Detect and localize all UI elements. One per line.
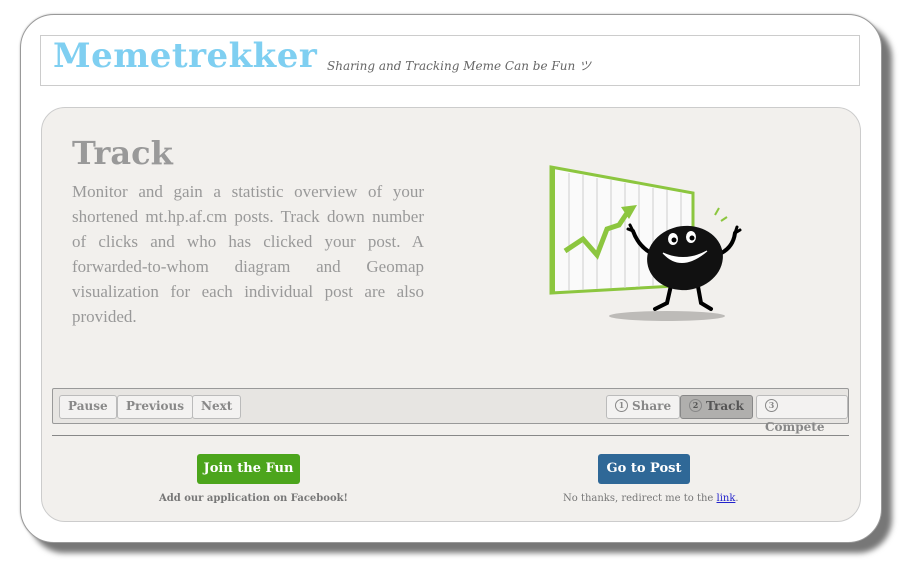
step-label: Compete [765,420,825,434]
previous-button[interactable]: Previous [117,395,193,419]
redirect-caption-text: No thanks, redirect me to the [563,493,717,504]
step-track-button[interactable]: 2 Track [680,395,753,419]
go-to-post-button[interactable]: Go to Post [598,454,690,484]
slide-navigation-bar: Pause Previous Next 1 Share 2 Track 3 Compe… [52,388,849,434]
divider [52,435,849,436]
redirect-caption: No thanks, redirect me to the link. [563,493,739,504]
join-caption: Add our application on Facebook! [159,493,348,504]
step-compete-button[interactable]: 3 Compete [756,395,848,434]
header: Memetrekker Sharing and Tracking Meme Ca… [40,35,860,86]
slide-panel: Track Monitor and gain a statistic overv… [41,107,861,522]
join-the-fun-button[interactable]: Join the Fun [197,454,300,484]
step-label: Track [706,399,744,413]
happy-chart-character-icon [549,165,742,321]
step-number-icon: 3 [765,399,778,412]
pause-button[interactable]: Pause [59,395,117,419]
redirect-caption-suffix: . [735,493,739,504]
slide-description: Monitor and gain a statistic overview of… [72,182,424,326]
step-number-icon: 2 [689,399,702,412]
step-number-icon: 1 [615,399,628,412]
slide-title: Track [72,134,173,172]
step-share-button[interactable]: 1 Share [606,395,681,419]
tagline: Sharing and Tracking Meme Can be Fun ツ [327,59,591,73]
redirect-link[interactable]: link [717,493,736,504]
step-label: Share [632,399,672,413]
next-button[interactable]: Next [192,395,242,419]
logo[interactable]: Memetrekker [53,36,317,76]
